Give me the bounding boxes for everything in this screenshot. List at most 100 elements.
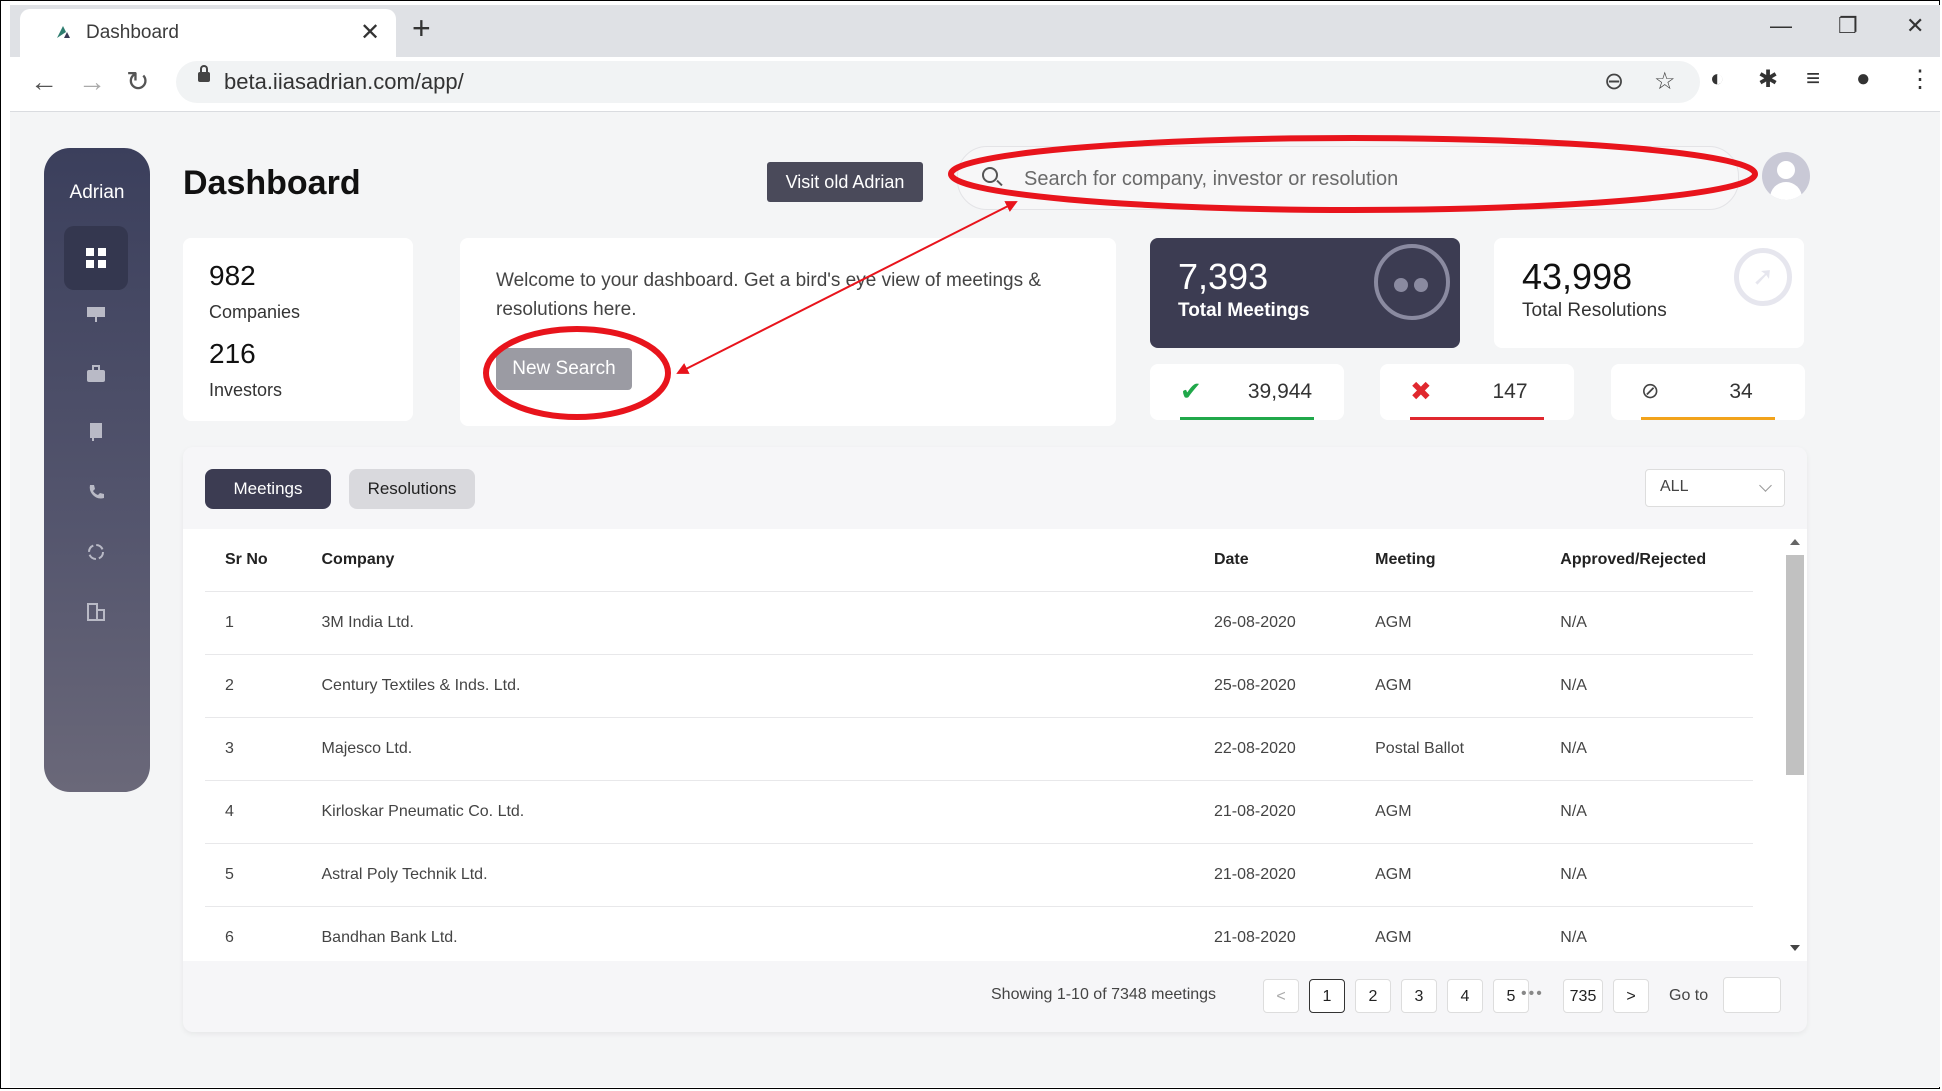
cell-company[interactable]: Century Textiles & Inds. Ltd. <box>320 654 1213 718</box>
minimize-button[interactable]: — <box>1770 13 1792 39</box>
media-queue-icon[interactable]: ≡ <box>1806 65 1820 93</box>
cell-sr-no: 1 <box>205 591 321 655</box>
tab-close-icon[interactable]: ✕ <box>360 18 380 47</box>
cell-date: 21-08-2020 <box>1212 780 1375 844</box>
cross-icon: ✖ <box>1410 376 1432 406</box>
header-sr-no[interactable]: Sr No <box>205 529 321 592</box>
cell-company[interactable]: Astral Poly Technik Ltd. <box>320 843 1213 907</box>
abstained-stat[interactable]: ⊘ 34 <box>1611 364 1805 420</box>
browser-tab[interactable]: Dashboard ✕ <box>20 9 396 57</box>
investors-count: 216 <box>209 338 256 369</box>
sidebar-item-presentation[interactable] <box>64 282 128 346</box>
cell-company[interactable]: Bandhan Bank Ltd. <box>320 906 1213 961</box>
zoom-icon[interactable]: ⊖ <box>1604 67 1624 96</box>
total-meetings-value: 7,393 <box>1178 256 1269 297</box>
filter-value: ALL <box>1660 478 1689 495</box>
cell-company[interactable]: Majesco Ltd. <box>320 717 1213 781</box>
table-row[interactable]: 4 Kirloskar Pneumatic Co. Ltd. 21-08-202… <box>205 780 1753 844</box>
total-meetings-card[interactable]: 7,393 Total Meetings <box>1150 238 1460 348</box>
cell-status: N/A <box>1559 717 1753 781</box>
scroll-up-arrow-icon[interactable] <box>1790 539 1800 545</box>
cell-status: N/A <box>1559 780 1753 844</box>
meetings-panel: Meetings Resolutions ALL Sr No Company D… <box>183 447 1807 1032</box>
browser-toolbar: ← → ↻ beta.iiasadrian.com/app/ ⊖ ☆ ◐ ✱ ≡… <box>10 57 1940 112</box>
table-row[interactable]: 2 Century Textiles & Inds. Ltd. 25-08-20… <box>205 654 1753 718</box>
counts-card: 982 Companies 216 Investors <box>183 238 413 421</box>
table-row[interactable]: 1 3M India Ltd. 26-08-2020 AGM N/A <box>205 591 1753 655</box>
page-4-button[interactable]: 4 <box>1447 979 1483 1013</box>
new-search-button[interactable]: New Search <box>496 348 632 390</box>
pagination-summary: Showing 1-10 of 7348 meetings <box>991 986 1217 1003</box>
sidebar-item-briefcase[interactable] <box>64 342 128 406</box>
profile-icon[interactable]: ● <box>1856 65 1871 93</box>
pagination-ellipsis[interactable]: ••• <box>1521 985 1544 1003</box>
extension-circle-icon[interactable]: ◐ <box>1710 65 1725 93</box>
filter-select[interactable]: ALL <box>1645 469 1785 507</box>
tab-resolutions[interactable]: Resolutions <box>349 469 475 509</box>
building-icon <box>87 603 105 621</box>
avatar[interactable] <box>1762 152 1810 200</box>
tab-meetings[interactable]: Meetings <box>205 469 331 509</box>
phone-icon <box>89 485 104 499</box>
new-tab-button[interactable]: + <box>412 12 431 44</box>
scroll-thumb[interactable] <box>1786 555 1804 775</box>
cell-status: N/A <box>1559 906 1753 961</box>
total-resolutions-card[interactable]: 43,998 Total Resolutions ➚ <box>1494 238 1804 348</box>
reload-icon[interactable]: ↻ <box>126 67 149 97</box>
header-date[interactable]: Date <box>1212 529 1375 592</box>
cell-date: 25-08-2020 <box>1212 654 1375 718</box>
rejected-count: 147 <box>1492 380 1528 403</box>
approved-bar <box>1180 417 1314 420</box>
scroll-down-arrow-icon[interactable] <box>1790 945 1800 951</box>
approved-count: 39,944 <box>1247 380 1313 403</box>
prev-page-button[interactable]: < <box>1263 979 1299 1013</box>
back-arrow-icon[interactable]: ← <box>30 67 58 97</box>
header-approved-rejected[interactable]: Approved/Rejected <box>1559 529 1753 592</box>
table-row[interactable]: 3 Majesco Ltd. 22-08-2020 Postal Ballot … <box>205 717 1753 781</box>
app-area: Adrian Dashboard Visit old Adrian 982 <box>10 112 1940 1087</box>
browser-menu-icon[interactable]: ⋮ <box>1908 65 1932 94</box>
tab-title: Dashboard <box>86 22 179 43</box>
sidebar-item-document[interactable] <box>64 400 128 464</box>
investors-label: Investors <box>209 380 283 400</box>
cell-company[interactable]: 3M India Ltd. <box>320 591 1213 655</box>
maximize-button[interactable]: ❐ <box>1838 13 1858 39</box>
sidebar-item-companies[interactable] <box>64 580 128 644</box>
cell-meeting: AGM <box>1374 780 1560 844</box>
abstained-bar <box>1641 417 1775 420</box>
welcome-card: Welcome to your dashboard. Get a bird's … <box>460 238 1116 426</box>
sidebar-item-sync[interactable] <box>64 520 128 584</box>
next-page-button[interactable]: > <box>1613 979 1649 1013</box>
page-last-button[interactable]: 735 <box>1563 979 1603 1013</box>
header-company[interactable]: Company <box>320 529 1213 592</box>
bookmark-star-icon[interactable]: ☆ <box>1654 67 1676 96</box>
rejected-stat[interactable]: ✖ 147 <box>1380 364 1574 420</box>
address-bar[interactable]: beta.iiasadrian.com/app/ ⊖ ☆ <box>176 61 1700 103</box>
extensions-puzzle-icon[interactable]: ✱ <box>1758 65 1778 94</box>
page-2-button[interactable]: 2 <box>1355 979 1391 1013</box>
check-icon: ✔ <box>1180 376 1202 406</box>
grid-icon <box>86 248 106 268</box>
page-3-button[interactable]: 3 <box>1401 979 1437 1013</box>
search-input[interactable] <box>1022 163 1706 195</box>
approved-stat[interactable]: ✔ 39,944 <box>1150 364 1344 420</box>
cell-company[interactable]: Kirloskar Pneumatic Co. Ltd. <box>320 780 1213 844</box>
browser-tab-bar: Dashboard ✕ + — ❐ ✕ <box>10 5 1940 57</box>
goto-page-input[interactable] <box>1723 977 1781 1013</box>
pagination: Showing 1-10 of 7348 meetings < 1 2 3 4 … <box>183 961 1807 1032</box>
sidebar-item-contact[interactable] <box>64 460 128 524</box>
page-1-button[interactable]: 1 <box>1309 979 1345 1013</box>
table-header-row: Sr No Company Date Meeting Approved/Reje… <box>205 529 1753 592</box>
forward-arrow-icon[interactable]: → <box>78 67 106 97</box>
table-row[interactable]: 5 Astral Poly Technik Ltd. 21-08-2020 AG… <box>205 843 1753 907</box>
cell-meeting: AGM <box>1374 591 1560 655</box>
table-row[interactable]: 6 Bandhan Bank Ltd. 21-08-2020 AGM N/A <box>205 906 1753 961</box>
window-close-button[interactable]: ✕ <box>1906 13 1924 39</box>
header-meeting[interactable]: Meeting <box>1374 529 1560 592</box>
briefcase-icon <box>87 365 105 382</box>
search-box[interactable] <box>957 146 1739 210</box>
total-resolutions-value: 43,998 <box>1522 256 1633 297</box>
sidebar-item-dashboard[interactable] <box>64 226 128 290</box>
visit-old-adrian-button[interactable]: Visit old Adrian <box>767 162 923 202</box>
table-scrollbar[interactable] <box>1785 539 1805 951</box>
